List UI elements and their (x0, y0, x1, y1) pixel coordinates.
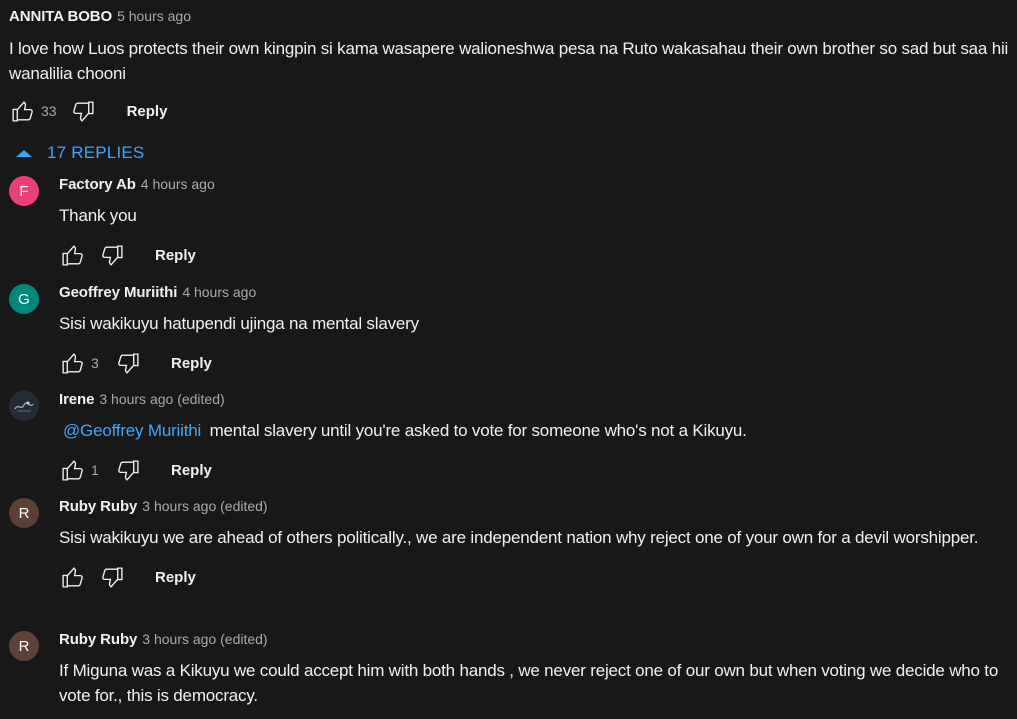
reply-text-content: Thank you (59, 206, 137, 225)
thumbs-up-icon[interactable] (9, 98, 35, 124)
reply-item: R Ruby Ruby 3 hours ago (edited) If Migu… (9, 631, 1014, 719)
reply-button[interactable]: Reply (155, 247, 196, 264)
reply-item: Irene 3 hours ago (edited) @Geoffrey Mur… (9, 391, 1014, 487)
thumbs-down-icon[interactable] (71, 98, 97, 124)
reply-author[interactable]: Ruby Ruby (59, 631, 137, 648)
reply-header: Ruby Ruby 3 hours ago (edited) (59, 631, 1014, 651)
top-comment: ANNITA BOBO 5 hours ago I love how Luos … (9, 8, 1014, 122)
reply-button[interactable]: Reply (127, 103, 168, 120)
avatar[interactable]: R (9, 498, 39, 528)
reply-button[interactable]: Reply (171, 462, 212, 479)
comment-text: I love how Luos protects their own kingp… (9, 39, 1009, 83)
avatar-letter: R (18, 504, 30, 522)
like-count: 1 (91, 462, 99, 478)
avatar[interactable]: F (9, 176, 39, 206)
thumbs-up-icon[interactable] (59, 350, 85, 376)
reply-time[interactable]: 4 hours ago (182, 284, 256, 300)
reply-content: Geoffrey Muriithi 4 hours ago Sisi wakik… (59, 284, 1014, 377)
avatar-image-icon (9, 391, 39, 421)
reply-content: Ruby Ruby 3 hours ago (edited) If Miguna… (59, 631, 1014, 708)
reply-author[interactable]: Factory Ab (59, 176, 136, 193)
thumbs-up-icon[interactable] (59, 564, 85, 590)
like-count: 3 (91, 355, 99, 371)
reply-actions: Reply (59, 563, 1014, 591)
thumbs-down-icon[interactable] (99, 242, 125, 268)
thumbs-down-icon[interactable] (115, 457, 141, 483)
avatar[interactable]: R (9, 631, 39, 661)
reply-author[interactable]: Ruby Ruby (59, 498, 137, 515)
mention-link[interactable]: @Geoffrey Muriithi (63, 421, 201, 440)
reply-header: Factory Ab 4 hours ago (59, 176, 1014, 196)
thumbs-up-icon[interactable] (59, 242, 85, 268)
reply-item: F Factory Ab 4 hours ago Thank you Reply (9, 176, 1014, 272)
reply-text-content: Sisi wakikuyu hatupendi ujinga na mental… (59, 314, 419, 333)
reply-actions: 1 Reply (59, 456, 1014, 484)
reply-text: @Geoffrey Muriithi mental slavery until … (59, 418, 1014, 443)
reply-actions: Reply (59, 241, 1014, 269)
hide-replies-button[interactable]: 17 REPLIES (16, 143, 144, 163)
comment-time[interactable]: 5 hours ago (117, 8, 191, 24)
reply-author[interactable]: Irene (59, 391, 94, 408)
comment-actions: 33 Reply (9, 97, 167, 125)
reply-content: Factory Ab 4 hours ago Thank you Reply (59, 176, 1014, 269)
reply-author[interactable]: Geoffrey Muriithi (59, 284, 177, 301)
reply-header: Irene 3 hours ago (edited) (59, 391, 1014, 411)
reply-time[interactable]: 3 hours ago (edited) (99, 391, 224, 407)
reply-text: Sisi wakikuyu hatupendi ujinga na mental… (59, 311, 1014, 336)
avatar-letter: F (19, 182, 29, 200)
comments-section: ANNITA BOBO 5 hours ago I love how Luos … (0, 0, 1017, 719)
reply-text: If Miguna was a Kikuyu we could accept h… (59, 658, 1014, 708)
reply-time[interactable]: 4 hours ago (141, 176, 215, 192)
reply-content: Ruby Ruby 3 hours ago (edited) Sisi waki… (59, 498, 1014, 591)
caret-up-icon (16, 149, 32, 157)
comment-header: ANNITA BOBO 5 hours ago (9, 8, 1014, 30)
reply-time[interactable]: 3 hours ago (edited) (142, 631, 267, 647)
reply-button[interactable]: Reply (171, 355, 212, 372)
thumbs-up-icon[interactable] (59, 457, 85, 483)
reply-header: Ruby Ruby 3 hours ago (edited) (59, 498, 1014, 518)
replies-count-label: 17 REPLIES (47, 143, 145, 162)
reply-header: Geoffrey Muriithi 4 hours ago (59, 284, 1014, 304)
avatar-letter: G (18, 290, 30, 308)
reply-text-content: mental slavery until you're asked to vot… (205, 421, 747, 440)
avatar[interactable]: G (9, 284, 39, 314)
avatar-letter: R (18, 637, 30, 655)
comment-author[interactable]: ANNITA BOBO (9, 8, 112, 25)
reply-time[interactable]: 3 hours ago (edited) (142, 498, 267, 514)
reply-text-content: If Miguna was a Kikuyu we could accept h… (59, 661, 999, 705)
thumbs-down-icon[interactable] (99, 564, 125, 590)
reply-text: Sisi wakikuyu we are ahead of others pol… (59, 525, 1014, 550)
like-count: 33 (41, 103, 57, 119)
reply-item: R Ruby Ruby 3 hours ago (edited) Sisi wa… (9, 498, 1014, 620)
thumbs-down-icon[interactable] (115, 350, 141, 376)
reply-actions: 3 Reply (59, 349, 1014, 377)
avatar[interactable] (9, 391, 39, 421)
reply-item: G Geoffrey Muriithi 4 hours ago Sisi wak… (9, 284, 1014, 380)
reply-text: Thank you (59, 203, 1014, 228)
reply-button[interactable]: Reply (155, 569, 196, 586)
reply-content: Irene 3 hours ago (edited) @Geoffrey Mur… (59, 391, 1014, 484)
reply-text-content: Sisi wakikuyu we are ahead of others pol… (59, 528, 979, 547)
